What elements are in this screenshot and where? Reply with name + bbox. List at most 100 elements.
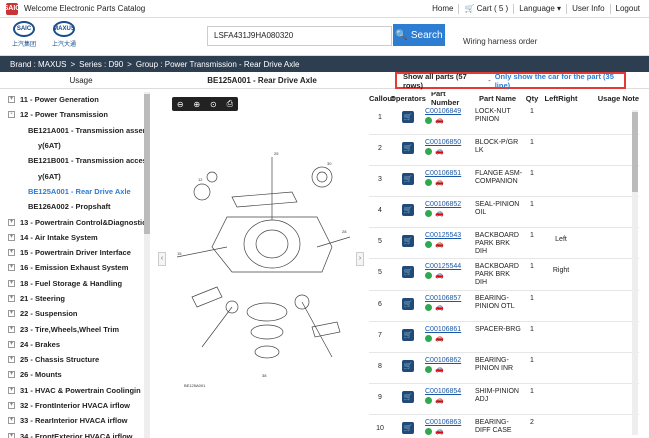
expand-icon[interactable]: + bbox=[8, 310, 15, 318]
collapse-left-icon[interactable]: ‹ bbox=[158, 252, 166, 266]
part-number-link[interactable]: C00106863 bbox=[425, 419, 475, 426]
expand-icon[interactable]: + bbox=[8, 340, 15, 348]
car-icon[interactable]: 🚗 bbox=[435, 304, 444, 311]
col-part-name[interactable]: Part Name bbox=[475, 94, 523, 103]
table-row[interactable]: 6 🛒 C00106857 🚗 BEARING-PINION OTL 1 bbox=[369, 291, 639, 322]
expand-icon[interactable]: + bbox=[8, 371, 15, 379]
col-leftright[interactable]: LeftRight bbox=[541, 94, 581, 103]
expand-icon[interactable]: + bbox=[8, 402, 15, 410]
crumb-brand[interactable]: Brand : MAXUS bbox=[10, 60, 66, 69]
tree-node[interactable]: +32 - FrontInterior HVACA irflow bbox=[0, 398, 150, 413]
add-to-cart-icon[interactable]: 🛒 bbox=[402, 204, 414, 217]
part-number-link[interactable]: C00106851 bbox=[425, 170, 475, 177]
brand-saic[interactable]: SAIC 上汽集团 bbox=[8, 21, 40, 48]
parts-scroll-thumb[interactable] bbox=[632, 112, 638, 192]
table-row[interactable]: 1 🛒 C00106849 🚗 LOCK-NUT PINION 1 bbox=[369, 104, 639, 136]
table-row[interactable]: 7 🛒 C00106861 🚗 SPACER-BRG 1 bbox=[369, 322, 639, 353]
expand-icon[interactable]: + bbox=[8, 233, 15, 241]
part-number-link[interactable]: C00106852 bbox=[425, 201, 475, 208]
car-icon[interactable]: 🚗 bbox=[435, 366, 444, 373]
part-number-link[interactable]: C00106849 bbox=[425, 108, 475, 115]
tree-node[interactable]: +25 - Chassis Structure bbox=[0, 352, 150, 367]
expand-icon[interactable]: + bbox=[8, 432, 15, 438]
expand-icon[interactable]: + bbox=[8, 249, 15, 257]
tree-node[interactable]: +15 - Powertrain Driver Interface bbox=[0, 245, 150, 260]
parts-scrollbar[interactable] bbox=[632, 110, 638, 435]
show-all-parts-link[interactable]: Show all parts (57 rows) bbox=[403, 72, 484, 90]
table-row[interactable]: 4 🛒 C00106852 🚗 SEAL-PINION OIL 1 bbox=[369, 197, 639, 229]
tree-node[interactable]: +16 - Emission Exhaust System bbox=[0, 260, 150, 275]
col-operators[interactable]: Operators bbox=[390, 94, 426, 103]
add-to-cart-icon[interactable]: 🛒 bbox=[402, 359, 414, 372]
expand-icon[interactable]: + bbox=[8, 295, 15, 302]
car-icon[interactable]: 🚗 bbox=[435, 335, 444, 342]
tree-node[interactable]: +33 - RearInterior HVACA irflow bbox=[0, 413, 150, 428]
tree-node[interactable]: BE121B001 - Transmission accessor bbox=[0, 153, 150, 168]
part-number-link[interactable]: C00106850 bbox=[425, 139, 475, 146]
table-row[interactable]: 10 🛒 C00106863 🚗 BEARING-DIFF CASE 2 bbox=[369, 415, 639, 438]
exploded-diagram[interactable]: 25 12 30 15 28 38 BE125A001 bbox=[172, 97, 352, 407]
add-to-cart-icon[interactable]: 🛒 bbox=[402, 390, 414, 403]
print-icon[interactable]: ⎙ bbox=[227, 99, 233, 109]
search-button[interactable]: 🔍 Search bbox=[393, 24, 445, 46]
tree-node[interactable]: +14 - Air Intake System bbox=[0, 230, 150, 245]
table-row[interactable]: 8 🛒 C00106862 🚗 BEARING-PINION INR 1 bbox=[369, 353, 639, 384]
add-to-cart-icon[interactable]: 🛒 bbox=[402, 111, 414, 123]
add-to-cart-icon[interactable]: 🛒 bbox=[402, 142, 414, 155]
vin-search-input[interactable]: LSFA431J9HA080320 bbox=[207, 26, 392, 46]
tree-node[interactable]: +22 - Suspension bbox=[0, 306, 150, 321]
car-icon[interactable]: 🚗 bbox=[435, 397, 444, 404]
tree-node[interactable]: +26 - Mounts bbox=[0, 367, 150, 382]
add-to-cart-icon[interactable]: 🛒 bbox=[402, 421, 414, 434]
part-number-link[interactable]: C00106862 bbox=[425, 357, 475, 364]
col-qty[interactable]: Qty bbox=[523, 94, 541, 103]
brand-maxus[interactable]: MAXUS 上汽大通 bbox=[48, 21, 80, 48]
table-row[interactable]: 3 🛒 C00106851 🚗 FLANGE ASM-COMPANION 1 bbox=[369, 166, 639, 198]
car-icon[interactable]: 🚗 bbox=[435, 241, 444, 248]
part-number-link[interactable]: C00106854 bbox=[425, 388, 475, 395]
tree-node[interactable]: y(6AT) bbox=[0, 168, 150, 183]
expand-icon[interactable]: + bbox=[8, 96, 15, 104]
only-show-car-parts-link[interactable]: Only show the car for the part (35 line) bbox=[495, 72, 624, 90]
table-row[interactable]: 9 🛒 C00106854 🚗 SHIM-PINION ADJ 1 bbox=[369, 384, 639, 415]
expand-icon[interactable]: + bbox=[8, 218, 15, 226]
tree-node[interactable]: +23 - Tire,Wheels,Wheel Trim bbox=[0, 321, 150, 336]
collapse-icon[interactable]: - bbox=[8, 111, 15, 119]
tree-node[interactable]: +31 - HVAC & Powertrain Coolingin bbox=[0, 383, 150, 398]
tree-node[interactable]: +18 - Fuel Storage & Handling bbox=[0, 276, 150, 291]
nav-cart[interactable]: 🛒 Cart ( 5 ) bbox=[458, 4, 513, 14]
add-to-cart-icon[interactable]: 🛒 bbox=[402, 328, 414, 341]
expand-icon[interactable]: + bbox=[8, 417, 15, 425]
crumb-series[interactable]: Series : D90 bbox=[79, 60, 123, 69]
tree-node[interactable]: +21 - Steering bbox=[0, 291, 150, 306]
add-to-cart-icon[interactable]: 🛒 bbox=[402, 173, 414, 186]
expand-icon[interactable]: + bbox=[8, 356, 15, 364]
wiring-harness-order-link[interactable]: Wiring harness order bbox=[463, 37, 537, 46]
table-row[interactable]: 5 🛒 C00125543 🚗 BACKBOARD PARK BRK DIH 1 Left bbox=[369, 228, 639, 260]
car-icon[interactable]: 🚗 bbox=[435, 179, 444, 186]
part-number-link[interactable]: C00125544 bbox=[425, 263, 475, 270]
tree-node[interactable]: BE125A001 - Rear Drive Axle bbox=[0, 184, 150, 199]
expand-icon[interactable]: + bbox=[8, 325, 15, 333]
tree-node[interactable]: y(6AT) bbox=[0, 138, 150, 153]
zoom-out-icon[interactable]: ⊖ bbox=[177, 100, 184, 109]
nav-language[interactable]: Language ▾ bbox=[513, 4, 566, 14]
part-number-link[interactable]: C00106861 bbox=[425, 326, 475, 333]
add-to-cart-icon[interactable]: 🛒 bbox=[402, 297, 414, 310]
add-to-cart-icon[interactable]: 🛒 bbox=[402, 266, 414, 279]
add-to-cart-icon[interactable]: 🛒 bbox=[402, 235, 414, 248]
col-callout[interactable]: Callout bbox=[369, 94, 394, 103]
col-part-number[interactable]: Part Number bbox=[425, 92, 475, 107]
nav-logout[interactable]: Logout bbox=[609, 4, 645, 14]
tree-node[interactable]: +13 - Powertrain Control&Diagnostic bbox=[0, 214, 150, 229]
car-icon[interactable]: 🚗 bbox=[435, 148, 444, 155]
car-icon[interactable]: 🚗 bbox=[435, 272, 444, 279]
tree-scrollbar[interactable] bbox=[144, 92, 150, 438]
tree-scroll-thumb[interactable] bbox=[144, 94, 150, 234]
nav-home[interactable]: Home bbox=[427, 4, 458, 14]
tree-node[interactable]: +34 - FrontExterior HVACA irflow bbox=[0, 429, 150, 438]
car-icon[interactable]: 🚗 bbox=[435, 117, 444, 124]
tree-node[interactable]: BE126A002 - Propshaft bbox=[0, 199, 150, 214]
nav-user-info[interactable]: User Info bbox=[566, 4, 609, 14]
zoom-fit-icon[interactable]: ⊙ bbox=[210, 100, 217, 109]
